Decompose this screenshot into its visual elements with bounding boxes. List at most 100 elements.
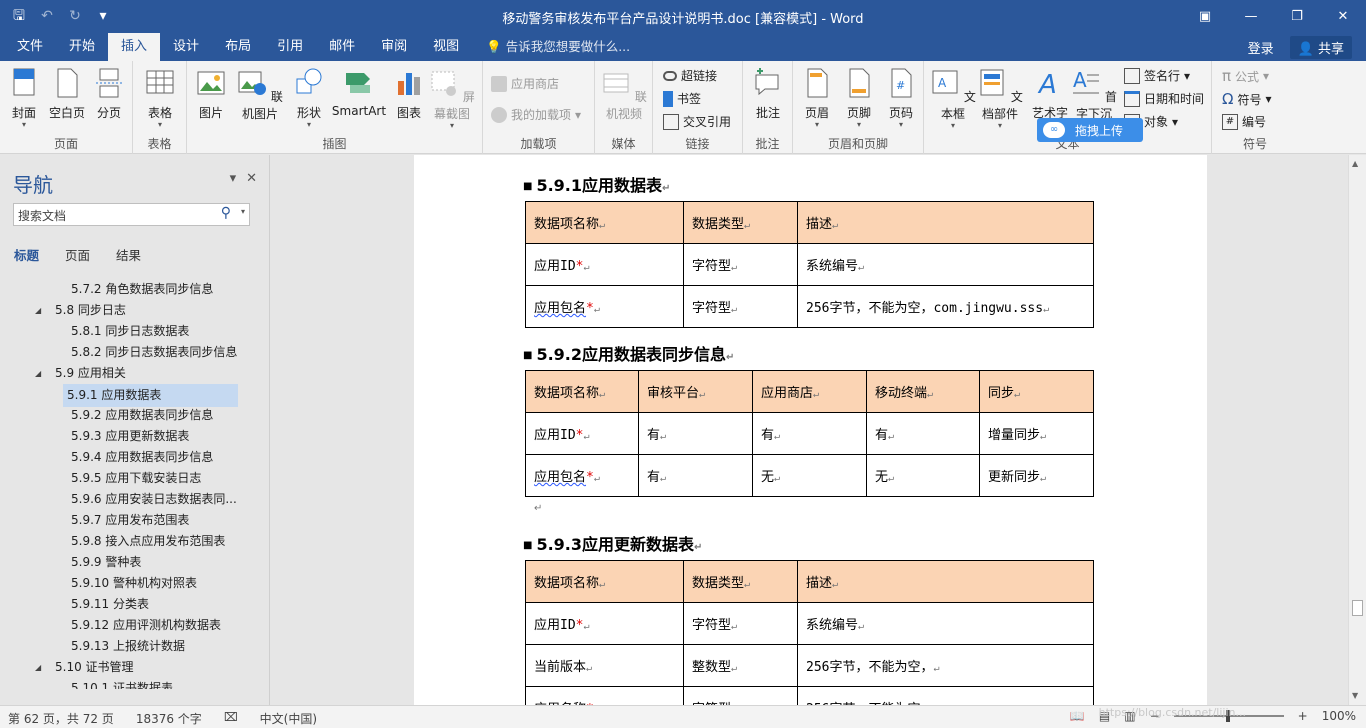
tab-1[interactable]: 开始 xyxy=(56,33,108,61)
table-cell[interactable]: 256字节，不能为空，↵ xyxy=(797,644,1094,687)
tab-7[interactable]: 审阅 xyxy=(368,33,420,61)
table-cell[interactable]: 有↵ xyxy=(638,454,753,497)
symbol-button[interactable]: Ω 符号 ▾ xyxy=(1222,90,1272,108)
table-cell[interactable]: 字符型↵ xyxy=(683,285,798,328)
language-indicator[interactable]: 中文(中国) xyxy=(260,710,317,727)
nav-heading-item[interactable]: ◢ 5.8 同步日志 xyxy=(0,300,260,321)
tell-me-box[interactable]: 💡 告诉我您想要做什么... xyxy=(472,33,630,61)
table-cell[interactable]: 当前版本↵ xyxy=(525,644,684,687)
table-cell[interactable]: 系统编号↵ xyxy=(797,602,1094,645)
dropcap-button[interactable]: A 首字下沉 xyxy=(1068,67,1120,122)
table-cell[interactable]: 字符型↵ xyxy=(683,243,798,286)
page-count[interactable]: 第 62 页，共 72 页 xyxy=(8,710,114,727)
table-cell[interactable]: 同步↵ xyxy=(979,370,1094,413)
table-cell[interactable]: 描述↵ xyxy=(797,560,1094,603)
word-count[interactable]: 18376 个字 xyxy=(136,710,202,727)
screenshot-button[interactable]: 屏幕截图 ▾ xyxy=(425,67,479,130)
picture-button[interactable]: 图片 xyxy=(189,67,233,121)
tab-3[interactable]: 设计 xyxy=(160,33,212,61)
nav-heading-item[interactable]: 5.7.2 角色数据表同步信息 xyxy=(0,279,260,300)
nav-heading-item[interactable]: 5.9.8 接入点应用发布范围表 xyxy=(0,531,260,552)
document-page[interactable]: ■ 5.9.1应用数据表↵ 数据项名称↵ 数据类型↵ 描述↵ 应用ID*↵ 字符型↵ 系统编… xyxy=(414,155,1207,705)
table-cell[interactable]: 字符型↵ xyxy=(683,602,798,645)
table-cell[interactable]: 应用包名*↵ xyxy=(525,285,684,328)
table-cell[interactable]: 应用包名*↵ xyxy=(525,454,639,497)
document-area[interactable]: ■ 5.9.1应用数据表↵ 数据项名称↵ 数据类型↵ 描述↵ 应用ID*↵ 字符型↵ 系统编… xyxy=(271,155,1348,705)
tab-5[interactable]: 引用 xyxy=(264,33,316,61)
table-cell[interactable]: 应用ID*↵ xyxy=(525,602,684,645)
table-cell[interactable]: 字符型↵ xyxy=(683,686,798,705)
nav-heading-item[interactable]: 5.8.1 同步日志数据表 xyxy=(0,321,260,342)
search-icon[interactable]: ⚲ xyxy=(221,205,231,221)
nav-tab-0[interactable]: 标题 xyxy=(14,245,39,264)
store-button[interactable]: 应用商店 xyxy=(491,75,559,92)
online-picture-button[interactable]: 联机图片 xyxy=(233,67,287,122)
proofing-icon[interactable]: ⌧ xyxy=(224,710,238,727)
nav-heading-item[interactable]: 5.10.1 证书数据表 xyxy=(0,678,260,689)
header-button[interactable]: 页眉 ▾ xyxy=(795,67,839,129)
wordart-button[interactable]: A 艺术字 xyxy=(1028,67,1072,121)
nav-heading-item[interactable]: 5.9.2 应用数据表同步信息 xyxy=(0,405,260,426)
collapse-triangle-icon[interactable]: ◢ xyxy=(35,363,41,384)
tab-6[interactable]: 邮件 xyxy=(316,33,368,61)
page-number-button[interactable]: # 页码 ▾ xyxy=(879,67,923,129)
footer-button[interactable]: 页脚 ▾ xyxy=(837,67,881,129)
search-dropdown-icon[interactable]: ▾ xyxy=(241,207,245,216)
datetime-button[interactable]: 日期和时间 xyxy=(1124,90,1204,107)
table-cell[interactable]: 数据项名称↵ xyxy=(525,201,684,244)
table-cell[interactable]: 数据项名称↵ xyxy=(525,370,639,413)
blank-page-button[interactable]: 空白页 xyxy=(45,67,89,121)
table-cell[interactable]: 有↵ xyxy=(866,412,980,455)
quick-parts-button[interactable]: 文档部件 ▾ xyxy=(974,67,1026,130)
close-button[interactable]: ✕ xyxy=(1320,0,1366,33)
table-cell[interactable]: 应用ID*↵ xyxy=(525,243,684,286)
table-cell[interactable]: 数据项名称↵ xyxy=(525,560,684,603)
table-cell[interactable]: 256字节，不能为空↵ xyxy=(797,686,1094,705)
table-cell[interactable]: 无↵ xyxy=(866,454,980,497)
nav-heading-item[interactable]: 5.9.9 警种表 xyxy=(0,552,260,573)
nav-close-icon[interactable]: ✕ xyxy=(246,171,257,186)
table-cell[interactable]: 有↵ xyxy=(752,412,867,455)
nav-heading-item[interactable]: 5.9.12 应用评测机构数据表 xyxy=(0,615,260,636)
tab-2[interactable]: 插入 xyxy=(108,33,161,61)
nav-heading-item[interactable]: 5.9.7 应用发布范围表 xyxy=(0,510,260,531)
read-mode-icon[interactable]: 📖 xyxy=(1070,709,1085,723)
table-cell[interactable]: 描述↵ xyxy=(797,201,1094,244)
equation-button[interactable]: π 公式 ▾ xyxy=(1222,67,1269,85)
table-cell[interactable]: 整数型↵ xyxy=(683,644,798,687)
signature-line-button[interactable]: 签名行 ▾ xyxy=(1124,67,1190,84)
tab-0[interactable]: 文件 xyxy=(4,33,56,61)
scroll-up-icon[interactable]: ▲ xyxy=(1352,159,1358,168)
table-cell[interactable]: 数据类型↵ xyxy=(683,560,798,603)
table-cell[interactable]: 移动终端↵ xyxy=(866,370,980,413)
bookmark-button[interactable]: 书签 xyxy=(663,90,701,107)
nav-heading-item[interactable]: ◢ 5.10 证书管理 xyxy=(0,657,260,678)
minimize-button[interactable]: — xyxy=(1228,0,1274,33)
nav-heading-item[interactable]: 5.9.5 应用下载安装日志 xyxy=(0,468,260,489)
my-addins-button[interactable]: 我的加载项 ▾ xyxy=(491,106,581,123)
collapse-triangle-icon[interactable]: ◢ xyxy=(35,300,41,321)
tab-4[interactable]: 布局 xyxy=(212,33,264,61)
zoom-level[interactable]: 100% xyxy=(1322,709,1356,723)
table-cell[interactable]: 应用名称*↵ xyxy=(525,686,684,705)
zoom-in-icon[interactable]: + xyxy=(1298,709,1308,723)
nav-heading-item[interactable]: 5.9.10 警种机构对照表 xyxy=(0,573,260,594)
login-link[interactable]: 登录 xyxy=(1248,38,1274,57)
smartart-button[interactable]: SmartArt xyxy=(329,67,389,118)
table-button[interactable]: 表格 ▾ xyxy=(138,67,182,129)
table-cell[interactable]: 数据类型↵ xyxy=(683,201,798,244)
cover-page-button[interactable]: 封面 ▾ xyxy=(2,67,46,129)
nav-heading-item[interactable]: 5.9.13 上报统计数据 xyxy=(0,636,260,657)
number-button[interactable]: # 编号 xyxy=(1222,113,1266,130)
collapse-triangle-icon[interactable]: ◢ xyxy=(35,657,41,678)
page-break-button[interactable]: 分页 xyxy=(87,67,131,121)
ribbon-display-icon[interactable]: ▣ xyxy=(1182,0,1228,33)
scroll-down-icon[interactable]: ▼ xyxy=(1352,691,1358,700)
nav-heading-item[interactable]: 5.9.4 应用数据表同步信息 xyxy=(0,447,260,468)
nav-heading-item[interactable]: 5.9.3 应用更新数据表 xyxy=(0,426,260,447)
shapes-button[interactable]: 形状 ▾ xyxy=(287,67,331,129)
share-button[interactable]: 👤 共享 xyxy=(1289,35,1352,59)
online-video-button[interactable]: 联机视频 xyxy=(597,67,651,122)
table-cell[interactable]: 应用ID*↵ xyxy=(525,412,639,455)
nav-options-icon[interactable]: ▾ xyxy=(230,171,237,186)
